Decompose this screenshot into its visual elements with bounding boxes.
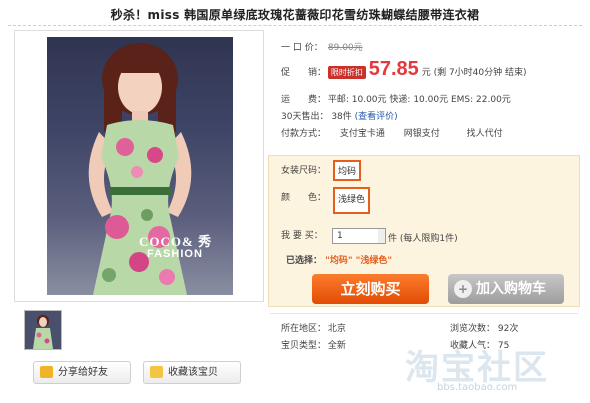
shipping-normal: 平邮: 10.00元 (327, 95, 387, 105)
model-figure-illustration (88, 43, 192, 295)
add-to-cart-button[interactable]: + 加入购物车 (448, 274, 564, 304)
product-thumbnail[interactable] (24, 310, 62, 350)
original-price-value: 89.00元 (327, 43, 363, 53)
product-title: 秒杀！miss 韩国原单绿底玫瑰花蔷薇印花雪纺珠蝴蝶结腰带连衣裙 (110, 8, 480, 22)
sales-count: 38件 (331, 112, 352, 122)
location-value: 北京 (327, 324, 346, 334)
quantity-stepper[interactable] (378, 228, 386, 244)
payment-method-alipay: 支付宝卡通 (339, 129, 385, 139)
views-label: 浏览次数： (450, 324, 496, 334)
quantity-label: 我 要 买： (281, 231, 323, 241)
payment-label: 付款方式： (281, 129, 327, 139)
promo-badge: 限时折扣 (327, 66, 366, 79)
promo-price-unit: 元 (421, 68, 431, 78)
color-option-selected[interactable]: 浅绿色 (333, 187, 371, 214)
favorite-button[interactable]: 收藏该宝贝 (143, 361, 241, 384)
selected-label: 已选择： (286, 256, 323, 266)
payment-method-bank: 网银支付 (403, 129, 440, 139)
thumbnail-image (25, 311, 61, 349)
view-reviews-link[interactable]: (查看评价) (355, 112, 398, 122)
quantity-unit-and-limit: 件 (每人限购1件) (388, 231, 458, 244)
cart-icon: + (454, 280, 472, 298)
share-icon (40, 366, 53, 378)
shipping-ems: EMS: 22.00元 (450, 95, 511, 105)
promo-price-row: 促 销： 限时折扣 57.85 元 (剩 7小时40分钟 结束) (281, 58, 527, 81)
item-type-row: 宝贝类型： 全新 (281, 338, 346, 351)
location-label: 所在地区： (281, 324, 327, 334)
color-label: 颜 色： (281, 193, 327, 203)
size-label: 女装尺码： (281, 166, 327, 176)
selected-value: "均码" "浅绿色" (325, 256, 393, 266)
share-button-label: 分享给好友 (58, 367, 108, 378)
views-row: 浏览次数： 92次 (450, 321, 518, 334)
share-button[interactable]: 分享给好友 (33, 361, 131, 384)
sales-row: 30天售出： 38件 (查看评价) (281, 109, 398, 122)
shipping-row: 运 费： 平邮: 10.00元 快递: 10.00元 EMS: 22.00元 (281, 92, 511, 105)
favorite-button-label: 收藏该宝贝 (168, 367, 218, 378)
folder-icon (150, 366, 163, 378)
brand-logo-subtext: FASHION (147, 248, 203, 260)
size-option-selected[interactable]: 均码 (333, 160, 362, 181)
promo-countdown: (剩 7小时40分钟 结束) (433, 68, 527, 78)
details-divider (270, 313, 578, 314)
location-row: 所在地区： 北京 (281, 321, 346, 334)
quantity-input[interactable]: 1 (332, 228, 384, 244)
shipping-label: 运 费： (281, 95, 327, 105)
shipping-express: 快递: 10.00元 (389, 95, 449, 105)
payment-method-proxy: 找人代付 (466, 129, 503, 139)
main-product-image[interactable]: COCO& 秀 FASHION (14, 30, 264, 302)
title-divider (8, 25, 582, 26)
views-value: 92次 (497, 324, 519, 334)
watermark-url: bbs.taobao.com (437, 382, 518, 393)
original-price-row: 一 口 价： 89.00元 (281, 40, 363, 53)
sales-label: 30天售出： (281, 112, 329, 122)
quantity-limit: (每人限购1件) (399, 234, 458, 244)
item-type-value: 全新 (327, 341, 346, 351)
buy-now-button[interactable]: 立刻购买 (312, 274, 429, 304)
original-price-label: 一 口 价： (281, 43, 323, 53)
payment-row: 付款方式： 支付宝卡通 网银支付 找人代付 (281, 126, 503, 139)
promo-price-value: 57.85 (368, 58, 419, 80)
selected-summary-row: 已选择： "均码" "浅绿色" (286, 253, 392, 266)
promo-label: 促 销： (281, 68, 327, 78)
model-photo: COCO& 秀 FASHION (47, 37, 233, 295)
item-type-label: 宝贝类型： (281, 341, 327, 351)
quantity-unit: 件 (388, 234, 398, 244)
add-to-cart-label: 加入购物车 (476, 281, 546, 297)
